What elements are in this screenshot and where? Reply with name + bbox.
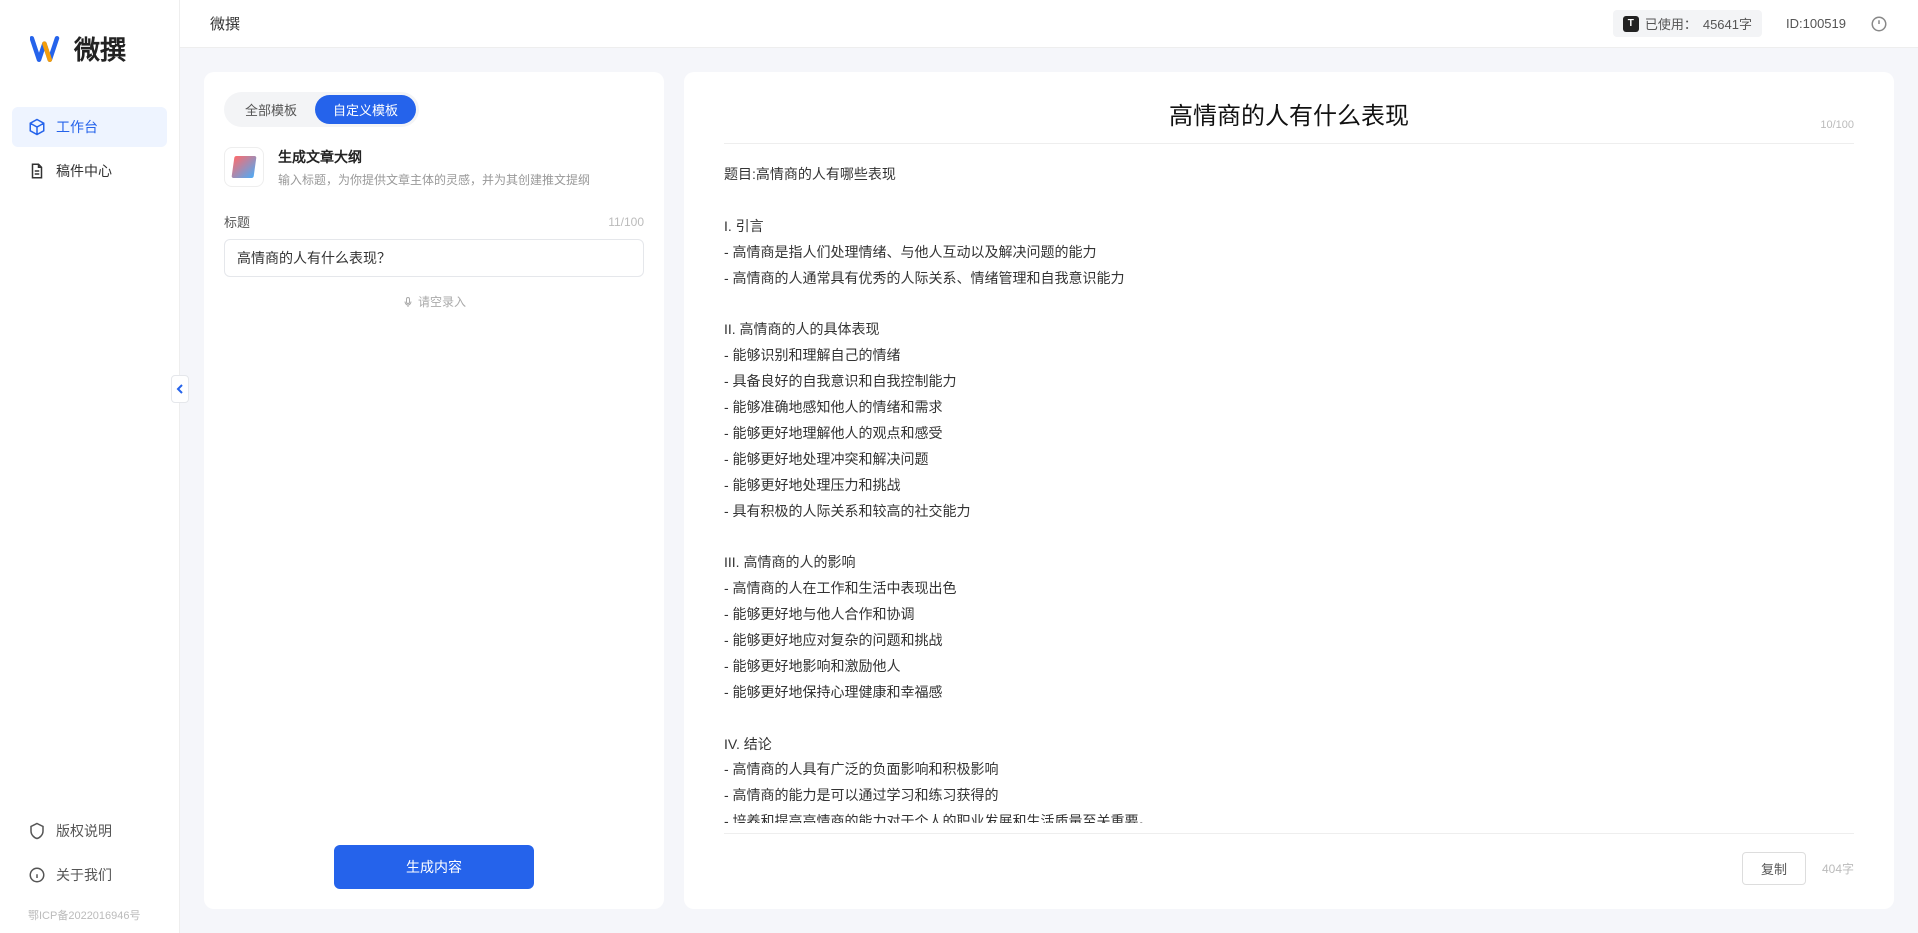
template-title: 生成文章大纲 xyxy=(278,147,590,167)
shield-icon xyxy=(28,822,46,840)
microphone-icon xyxy=(402,296,414,308)
output-word-count: 404字 xyxy=(1822,860,1854,877)
output-body: 题目:高情商的人有哪些表现 I. 引言 - 高情商是指人们处理情绪、与他人互动以… xyxy=(724,162,1854,823)
main: 微撰 T 已使用： 45641字 ID:100519 全部模板 自定义模板 xyxy=(180,0,1918,933)
text-count-icon: T xyxy=(1623,16,1639,32)
template-icon xyxy=(224,147,264,187)
voice-input-label: 请空录入 xyxy=(418,293,466,310)
title-input[interactable] xyxy=(224,239,644,277)
page-title: 微撰 xyxy=(210,13,240,34)
sidebar: 微撰 工作台 稿件中心 版权说明 关于我们 鄂ICP备2022016946号 xyxy=(0,0,180,933)
tab-custom-templates[interactable]: 自定义模板 xyxy=(315,95,416,124)
power-icon[interactable] xyxy=(1870,15,1888,33)
template-tabs: 全部模板 自定义模板 xyxy=(224,92,419,127)
output-title: 高情商的人有什么表现 xyxy=(1169,96,1409,131)
title-field-label: 标题 xyxy=(224,212,250,231)
nav-item-label: 版权说明 xyxy=(56,821,112,841)
usage-badge: T 已使用： 45641字 xyxy=(1613,10,1762,37)
nav-item-label: 稿件中心 xyxy=(56,161,112,181)
title-char-count: 11/100 xyxy=(608,215,644,229)
document-icon xyxy=(28,162,46,180)
voice-input-button[interactable]: 请空录入 xyxy=(224,293,644,310)
topbar-right: T 已使用： 45641字 ID:100519 xyxy=(1613,10,1888,37)
copy-button[interactable]: 复制 xyxy=(1742,852,1806,885)
info-icon xyxy=(28,866,46,884)
template-desc: 输入标题，为你提供文章主体的灵感，并为其创建推文提纲 xyxy=(278,171,590,188)
nav-item-workbench[interactable]: 工作台 xyxy=(12,107,167,147)
user-id: ID:100519 xyxy=(1786,16,1846,31)
divider xyxy=(724,143,1854,144)
logo: 微撰 xyxy=(0,30,179,107)
nav-item-copyright[interactable]: 版权说明 xyxy=(12,811,167,851)
output-title-count: 10/100 xyxy=(1820,119,1854,131)
nav: 工作台 稿件中心 xyxy=(0,107,179,811)
divider xyxy=(724,833,1854,834)
logo-text: 微撰 xyxy=(74,30,126,67)
collapse-sidebar-button[interactable] xyxy=(171,375,189,403)
cube-icon xyxy=(28,118,46,136)
logo-icon xyxy=(30,31,66,67)
usage-value: 45641字 xyxy=(1703,14,1752,33)
topbar: 微撰 T 已使用： 45641字 ID:100519 xyxy=(180,0,1918,48)
chevron-left-icon xyxy=(175,383,185,395)
output-panel: 高情商的人有什么表现 10/100 题目:高情商的人有哪些表现 I. 引言 - … xyxy=(684,72,1894,909)
nav-item-drafts[interactable]: 稿件中心 xyxy=(12,151,167,191)
generate-button[interactable]: 生成内容 xyxy=(334,845,534,889)
input-panel: 全部模板 自定义模板 生成文章大纲 输入标题，为你提供文章主体的灵感，并为其创建… xyxy=(204,72,664,909)
nav-item-label: 关于我们 xyxy=(56,865,112,885)
output-footer: 复制 404字 xyxy=(724,844,1854,885)
tab-all-templates[interactable]: 全部模板 xyxy=(227,95,315,124)
template-card: 生成文章大纲 输入标题，为你提供文章主体的灵感，并为其创建推文提纲 xyxy=(224,147,644,188)
nav-item-about[interactable]: 关于我们 xyxy=(12,855,167,895)
usage-label: 已使用： xyxy=(1645,14,1697,33)
content: 全部模板 自定义模板 生成文章大纲 输入标题，为你提供文章主体的灵感，并为其创建… xyxy=(180,48,1918,933)
nav-item-label: 工作台 xyxy=(56,117,98,137)
sidebar-bottom: 版权说明 关于我们 鄂ICP备2022016946号 xyxy=(0,811,179,923)
icp-text: 鄂ICP备2022016946号 xyxy=(12,899,167,923)
